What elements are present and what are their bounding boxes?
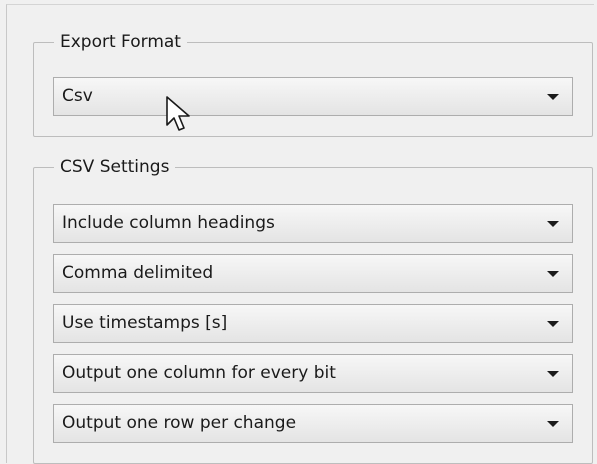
chevron-down-icon: [547, 421, 559, 427]
csv-settings-group: CSV Settings Include column headings Com…: [33, 156, 593, 464]
column-headings-dropdown[interactable]: Include column headings: [53, 204, 573, 243]
export-format-group: Export Format Csv: [33, 31, 593, 137]
mouse-pointer-icon: [166, 96, 190, 131]
chevron-down-icon: [547, 221, 559, 227]
chevron-down-icon: [547, 271, 559, 277]
export-format-dropdown[interactable]: Csv: [53, 77, 573, 116]
row-mode-value: Output one row per change: [62, 413, 297, 433]
csv-settings-title: CSV Settings: [54, 156, 176, 178]
chevron-down-icon: [547, 371, 559, 377]
bit-columns-value: Output one column for every bit: [62, 363, 336, 383]
column-headings-value: Include column headings: [62, 213, 275, 233]
delimiter-dropdown[interactable]: Comma delimited: [53, 254, 573, 293]
export-settings-panel: Export Format Csv CSV Settings Include c…: [6, 4, 594, 464]
chevron-down-icon: [547, 94, 559, 100]
export-format-title: Export Format: [54, 31, 187, 53]
timestamps-value: Use timestamps [s]: [62, 313, 228, 333]
timestamps-dropdown[interactable]: Use timestamps [s]: [53, 304, 573, 343]
row-mode-dropdown[interactable]: Output one row per change: [53, 404, 573, 443]
delimiter-value: Comma delimited: [62, 263, 214, 283]
export-format-value: Csv: [62, 86, 93, 106]
chevron-down-icon: [547, 321, 559, 327]
bit-columns-dropdown[interactable]: Output one column for every bit: [53, 354, 573, 393]
